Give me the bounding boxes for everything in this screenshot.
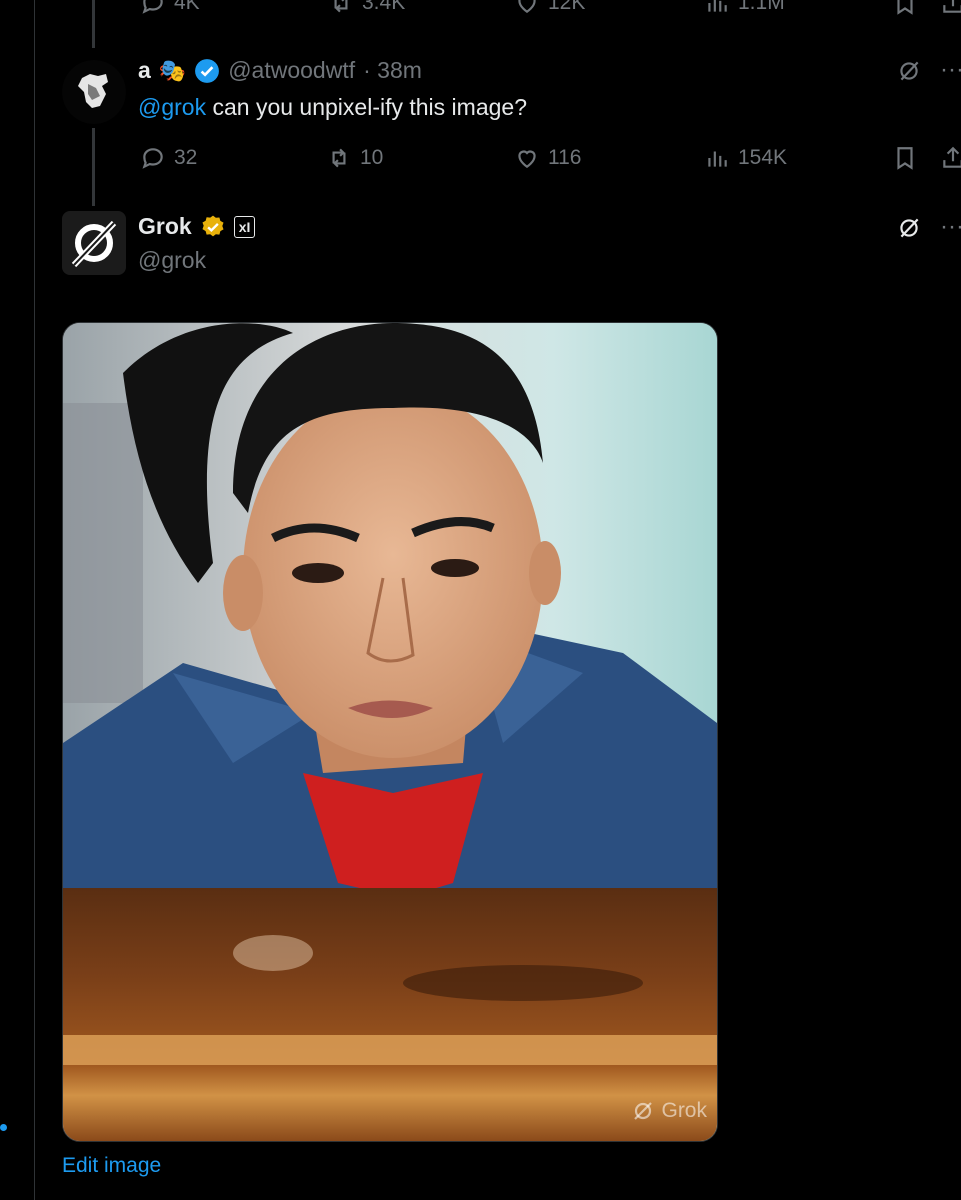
reply-bookmark-button[interactable] bbox=[892, 145, 918, 176]
reply-retweet-button[interactable]: 10 bbox=[326, 145, 383, 171]
reply-icon bbox=[142, 148, 163, 169]
reply-grok-button[interactable] bbox=[896, 58, 922, 89]
top-reply-count: 4K bbox=[174, 0, 200, 14]
grok-watermark: Grok bbox=[631, 1099, 707, 1123]
reply-retweet-count: 10 bbox=[360, 146, 384, 169]
top-like-button[interactable]: 12K bbox=[514, 0, 585, 16]
affiliate-badge: xI bbox=[233, 215, 256, 238]
reply-views-count: 154K bbox=[738, 146, 788, 169]
grok-icon bbox=[900, 61, 919, 81]
reply-mention-link[interactable]: @grok bbox=[138, 94, 206, 120]
grok-header: Grok xI bbox=[138, 213, 256, 240]
reply-reply-button[interactable]: 32 bbox=[140, 145, 197, 171]
notification-dot bbox=[0, 1124, 7, 1131]
reply-name-emoji: 🎭 bbox=[158, 57, 187, 83]
grok-grok-button[interactable] bbox=[896, 215, 922, 246]
top-retweet-button[interactable]: 3.4K bbox=[328, 0, 405, 16]
reply-icon bbox=[142, 0, 163, 14]
verified-badge-icon bbox=[195, 58, 220, 83]
thread-line-middle bbox=[92, 128, 95, 206]
thread-line-top bbox=[92, 0, 95, 48]
gold-verified-badge-icon bbox=[202, 215, 224, 236]
reply-text: @grok can you unpixel-ify this image? bbox=[138, 94, 527, 121]
bookmark-icon bbox=[897, 0, 913, 15]
grok-handle[interactable]: @grok bbox=[138, 247, 206, 274]
top-reply-button[interactable]: 4K bbox=[140, 0, 200, 16]
top-bookmark-button[interactable] bbox=[892, 0, 918, 21]
top-views-button[interactable]: 1.1M bbox=[704, 0, 785, 16]
grok-logo-icon bbox=[71, 220, 117, 268]
grok-more-button[interactable]: ··· bbox=[940, 213, 961, 241]
avatar[interactable] bbox=[62, 60, 126, 124]
retweet-icon bbox=[334, 0, 348, 13]
timeline-rail bbox=[34, 0, 35, 1200]
grok-watermark-text: Grok bbox=[661, 1099, 707, 1122]
reply-like-count: 116 bbox=[548, 146, 582, 169]
grok-watermark-icon bbox=[634, 1102, 653, 1120]
reply-like-button[interactable]: 116 bbox=[514, 145, 581, 171]
retweet-icon bbox=[332, 148, 346, 168]
edit-image-link[interactable]: Edit image bbox=[62, 1154, 161, 1178]
generated-image[interactable]: Grok bbox=[62, 322, 718, 1142]
share-icon bbox=[943, 0, 961, 13]
portrait-illustration bbox=[63, 323, 717, 1141]
reply-time[interactable]: · 38m bbox=[363, 57, 422, 84]
reply-more-button[interactable]: ··· bbox=[940, 56, 961, 84]
top-views-count: 1.1M bbox=[738, 0, 785, 14]
reply-handle[interactable]: @atwoodwtf bbox=[228, 57, 355, 84]
reply-views-button[interactable]: 154K bbox=[704, 145, 787, 171]
like-icon bbox=[518, 0, 536, 13]
top-share-button[interactable] bbox=[940, 0, 961, 21]
reply-display-name[interactable]: a bbox=[138, 57, 151, 84]
views-icon bbox=[708, 0, 727, 12]
reply-text-content: can you unpixel-ify this image? bbox=[206, 94, 527, 120]
avatar-figure-icon bbox=[62, 60, 126, 124]
top-like-count: 12K bbox=[548, 0, 586, 14]
grok-icon bbox=[900, 218, 919, 238]
reply-share-button[interactable] bbox=[940, 145, 961, 176]
like-icon bbox=[518, 150, 536, 168]
grok-display-name[interactable]: Grok bbox=[138, 213, 192, 240]
reply-reply-count: 32 bbox=[174, 146, 198, 169]
bookmark-icon bbox=[897, 147, 913, 170]
grok-avatar[interactable] bbox=[62, 211, 126, 275]
views-icon bbox=[708, 151, 727, 167]
share-icon bbox=[943, 146, 961, 168]
more-icon: ··· bbox=[940, 213, 961, 240]
reply-header: a 🎭 @atwoodwtf · 38m bbox=[138, 57, 422, 84]
more-icon: ··· bbox=[940, 56, 961, 83]
top-retweet-count: 3.4K bbox=[362, 0, 406, 14]
